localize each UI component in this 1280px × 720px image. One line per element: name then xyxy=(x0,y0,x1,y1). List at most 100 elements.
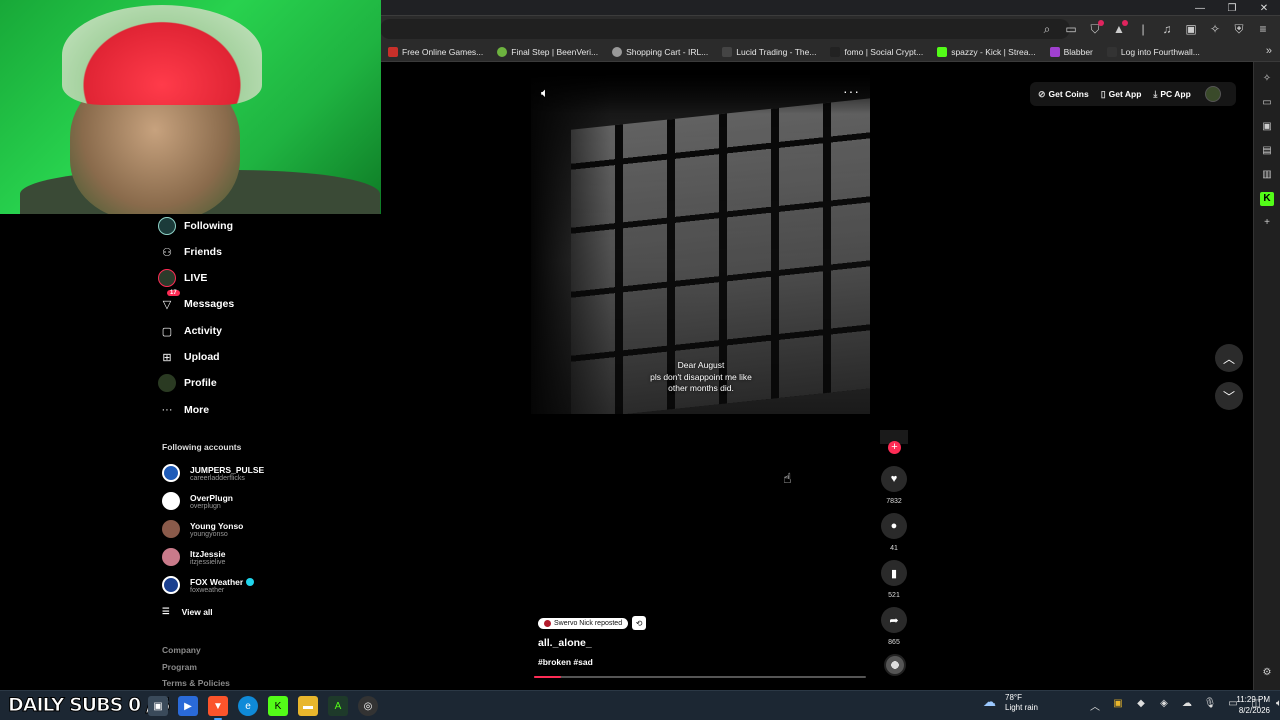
repost-pill[interactable]: Swervo Nick reposted xyxy=(538,617,629,629)
follow-plus-button[interactable]: + xyxy=(888,441,901,454)
sidebar-item-profile[interactable]: Profile xyxy=(158,373,217,393)
brave-browser-icon[interactable]: ▼ xyxy=(208,696,228,720)
bookmark-item[interactable]: Lucid Trading - The... xyxy=(722,46,816,57)
like-count: 7832 xyxy=(886,498,902,505)
following-account-item[interactable]: Young Yonso youngyonso xyxy=(162,520,243,538)
chevron-down-icon[interactable]: ﹀ xyxy=(1215,382,1243,410)
following-account-item[interactable]: FOX Weather foxweather xyxy=(162,576,255,594)
kick-app-icon[interactable]: K xyxy=(268,696,288,716)
volume-icon[interactable]: 🔈︎ xyxy=(541,85,549,101)
video-player[interactable]: Dear August pls don't disappoint me like… xyxy=(531,74,870,414)
bookmark-favicon-icon xyxy=(497,46,508,57)
footer-link-company[interactable]: Company xyxy=(162,645,201,655)
obs-icon[interactable]: ◎ xyxy=(358,696,378,716)
tray-app-icon[interactable]: ◈ xyxy=(1157,698,1171,713)
microphone-icon[interactable]: 🎙︎ xyxy=(1203,698,1217,713)
share-action[interactable]: ➦ 865 xyxy=(880,607,908,646)
media-icon[interactable]: ♫ xyxy=(1158,20,1176,38)
following-account-item[interactable]: JUMPERS_PULSE careerladderflicks xyxy=(162,464,264,482)
speaker-icon[interactable]: 🔈︎ xyxy=(1272,698,1280,713)
heart-icon[interactable]: ♥ xyxy=(881,466,907,492)
get-app-button[interactable]: ▯ Get App xyxy=(1101,89,1142,100)
vpn-icon[interactable]: ⛨ xyxy=(1230,20,1248,38)
get-coins-button[interactable]: ⊘ Get Coins xyxy=(1038,89,1089,100)
restore-button[interactable]: ❐ xyxy=(1216,0,1248,16)
cast-icon[interactable]: ▭ xyxy=(1062,20,1080,38)
comment-action[interactable]: ● 41 xyxy=(880,513,908,552)
user-avatar[interactable] xyxy=(1204,86,1221,102)
app-a-icon[interactable]: A xyxy=(328,696,348,716)
tray-app-icon[interactable]: ▣ xyxy=(1111,698,1125,713)
rain-cloud-icon: ☁ xyxy=(983,694,996,709)
sidebar-item-more[interactable]: ··· More xyxy=(158,400,210,420)
bookmark-favicon-icon xyxy=(612,46,623,57)
video-author[interactable]: all._alone_ xyxy=(538,637,592,649)
close-button[interactable]: ✕ xyxy=(1248,0,1280,16)
bookmark-item[interactable]: Shopping Cart - IRL... xyxy=(612,46,708,57)
following-account-item[interactable]: OverPlugn overplugn xyxy=(162,492,233,510)
bookmark-item[interactable]: Final Step | BeenVeri... xyxy=(497,46,598,57)
onedrive-icon[interactable]: ☁ xyxy=(1180,698,1194,713)
wallet-icon[interactable]: ▣ xyxy=(1260,120,1274,134)
more-options-icon[interactable]: ··· xyxy=(843,83,860,99)
sidebar-item-activity[interactable]: ▢ Activity xyxy=(158,321,222,341)
pc-app-label: PC App xyxy=(1160,89,1191,99)
bookmark-item[interactable]: Blabber xyxy=(1049,46,1093,57)
avatar xyxy=(162,492,180,510)
footer-link-terms[interactable]: Terms & Policies xyxy=(162,678,230,688)
chevron-up-icon[interactable]: ︿ xyxy=(1215,344,1243,372)
bookmarks-overflow-button[interactable]: » xyxy=(1266,45,1272,57)
repost-icon[interactable]: ⟲ xyxy=(632,616,647,630)
video-icon[interactable]: ▭ xyxy=(1260,96,1274,110)
taskview-icon[interactable]: ▣ xyxy=(148,696,168,716)
search-icon[interactable]: ⌕ xyxy=(1038,20,1056,38)
ai-icon[interactable]: ✧ xyxy=(1206,20,1224,38)
sidebar-item-following[interactable]: Following xyxy=(158,216,233,236)
share-icon[interactable]: ➦ xyxy=(881,607,907,633)
bookmark-favicon-icon xyxy=(722,46,733,57)
minimize-button[interactable]: — xyxy=(1184,0,1216,16)
clock[interactable]: 11:29 PM 8/2/2026 xyxy=(1226,694,1270,716)
ai-chat-icon[interactable]: ✧ xyxy=(1260,72,1274,86)
sidebar-item-live[interactable]: LIVE xyxy=(158,268,207,288)
settings-icon[interactable]: ⚙ xyxy=(1260,666,1274,680)
sidebar-item-upload[interactable]: ⊞ Upload xyxy=(158,347,219,367)
reading-list-icon[interactable]: ▥ xyxy=(1260,168,1274,182)
account-handle: foxweather xyxy=(190,586,225,594)
account-name: Young Yonso xyxy=(190,520,244,531)
following-account-item[interactable]: ItzJessie itzjessielive xyxy=(162,548,225,566)
history-icon[interactable]: ▤ xyxy=(1260,144,1274,158)
bookmark-item[interactable]: spazzy - Kick | Strea... xyxy=(937,46,1036,57)
brave-rewards-icon[interactable]: ▲ xyxy=(1110,20,1128,38)
tray-app-icon[interactable]: ◆ xyxy=(1134,698,1148,713)
weather-widget[interactable]: ☁ 78°F Light rain xyxy=(983,693,1038,713)
app-icon[interactable]: ▶ xyxy=(178,696,198,716)
profile-icon xyxy=(158,374,176,392)
download-icon: ⤓ xyxy=(1153,88,1158,99)
add-panel-icon[interactable]: + xyxy=(1260,216,1274,230)
tray-overflow-icon[interactable]: ︿ xyxy=(1088,698,1102,713)
comment-icon[interactable]: ● xyxy=(881,513,907,539)
wallet-icon[interactable]: ▣ xyxy=(1182,20,1200,38)
save-action[interactable]: ▮ 521 xyxy=(880,560,908,599)
sidebar-item-friends[interactable]: ⚇ Friends xyxy=(158,242,222,262)
edge-icon[interactable]: e xyxy=(238,696,258,716)
following-accounts-heading: Following accounts xyxy=(162,442,242,452)
video-hashtags[interactable]: #broken #sad xyxy=(538,657,593,667)
folder-icon[interactable]: ▬ xyxy=(298,696,318,716)
brave-shield-icon[interactable]: ⛉ xyxy=(1086,20,1104,38)
bookmark-item[interactable]: fomo | Social Crypt... xyxy=(830,46,923,57)
menu-icon[interactable]: ≡ xyxy=(1254,20,1272,38)
bookmark-item[interactable]: Free Online Games... xyxy=(388,46,483,57)
bookmark-item[interactable]: Log into Fourthwall... xyxy=(1106,46,1200,57)
sidebar-item-messages[interactable]: ▽ 17 Messages xyxy=(158,290,234,314)
video-progress-bar[interactable] xyxy=(534,676,866,678)
footer-link-program[interactable]: Program xyxy=(162,662,197,672)
like-action[interactable]: ♥ 7832 xyxy=(880,466,908,505)
address-bar[interactable] xyxy=(380,19,1070,39)
bookmark-icon[interactable]: ▮ xyxy=(881,560,907,586)
pc-app-button[interactable]: ⤓ PC App xyxy=(1153,89,1190,100)
kick-icon[interactable]: K xyxy=(1260,192,1274,206)
sound-disc-icon[interactable] xyxy=(884,654,906,676)
view-all-button[interactable]: ☰ View all xyxy=(162,606,213,617)
